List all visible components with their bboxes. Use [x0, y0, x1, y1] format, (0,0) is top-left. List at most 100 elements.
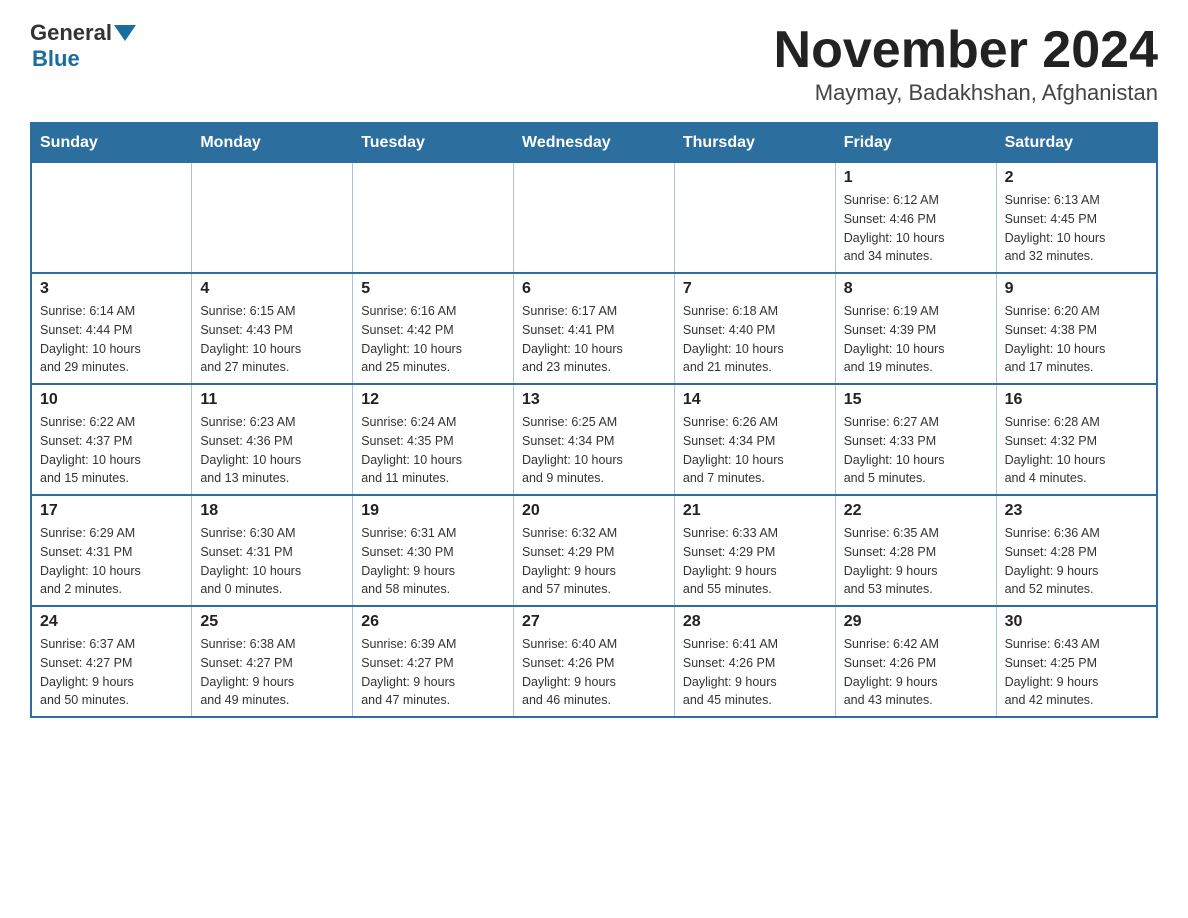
day-info: Sunrise: 6:36 AM Sunset: 4:28 PM Dayligh… [1005, 524, 1148, 599]
day-info: Sunrise: 6:42 AM Sunset: 4:26 PM Dayligh… [844, 635, 988, 710]
calendar-cell [353, 163, 514, 274]
logo: General Blue [30, 20, 136, 72]
calendar-cell: 3 Sunrise: 6:14 AM Sunset: 4:44 PM Daylig… [31, 273, 192, 384]
day-info: Sunrise: 6:40 AM Sunset: 4:26 PM Dayligh… [522, 635, 666, 710]
col-tuesday: Tuesday [353, 123, 514, 163]
day-number: 22 [844, 502, 988, 520]
calendar-cell: 10 Sunrise: 6:22 AM Sunset: 4:37 PM Dayli… [31, 384, 192, 495]
calendar-cell: 30Sunrise: 6:43 AM Sunset: 4:25 PM Dayli… [996, 606, 1157, 717]
logo-general-text: General [30, 20, 112, 46]
calendar-cell [674, 163, 835, 274]
day-info: Sunrise: 6:24 AM Sunset: 4:35 PM Dayligh… [361, 413, 505, 488]
day-info: Sunrise: 6:38 AM Sunset: 4:27 PM Dayligh… [200, 635, 344, 710]
day-number: 27 [522, 613, 666, 631]
calendar-cell: 13 Sunrise: 6:25 AM Sunset: 4:34 PM Dayli… [514, 384, 675, 495]
day-number: 16 [1005, 391, 1148, 409]
col-saturday: Saturday [996, 123, 1157, 163]
day-info: Sunrise: 6:18 AM Sunset: 4:40 PM Dayligh… [683, 302, 827, 377]
calendar-cell: 6Sunrise: 6:17 AM Sunset: 4:41 PM Daylig… [514, 273, 675, 384]
day-info: Sunrise: 6:19 AM Sunset: 4:39 PM Dayligh… [844, 302, 988, 377]
page-header: General Blue November 2024 Maymay, Badak… [30, 20, 1158, 106]
day-info: Sunrise: 6:15 AM Sunset: 4:43 PM Dayligh… [200, 302, 344, 377]
calendar-cell: 1 Sunrise: 6:12 AM Sunset: 4:46 PM Daylig… [835, 163, 996, 274]
day-info: Sunrise: 6:43 AM Sunset: 4:25 PM Dayligh… [1005, 635, 1148, 710]
day-info: Sunrise: 6:20 AM Sunset: 4:38 PM Dayligh… [1005, 302, 1148, 377]
day-info: Sunrise: 6:22 AM Sunset: 4:37 PM Dayligh… [40, 413, 183, 488]
day-number: 4 [200, 280, 344, 298]
calendar-cell: 4 Sunrise: 6:15 AM Sunset: 4:43 PM Daylig… [192, 273, 353, 384]
day-info: Sunrise: 6:37 AM Sunset: 4:27 PM Dayligh… [40, 635, 183, 710]
day-info: Sunrise: 6:25 AM Sunset: 4:34 PM Dayligh… [522, 413, 666, 488]
day-number: 6 [522, 280, 666, 298]
calendar-cell: 25 Sunrise: 6:38 AM Sunset: 4:27 PM Dayli… [192, 606, 353, 717]
day-info: Sunrise: 6:26 AM Sunset: 4:34 PM Dayligh… [683, 413, 827, 488]
calendar-cell: 21 Sunrise: 6:33 AM Sunset: 4:29 PM Dayli… [674, 495, 835, 606]
day-number: 24 [40, 613, 183, 631]
day-info: Sunrise: 6:12 AM Sunset: 4:46 PM Dayligh… [844, 191, 988, 266]
calendar-cell: 8 Sunrise: 6:19 AM Sunset: 4:39 PM Daylig… [835, 273, 996, 384]
calendar-cell: 11 Sunrise: 6:23 AM Sunset: 4:36 PM Dayli… [192, 384, 353, 495]
calendar-cell: 12Sunrise: 6:24 AM Sunset: 4:35 PM Dayli… [353, 384, 514, 495]
calendar-cell: 24 Sunrise: 6:37 AM Sunset: 4:27 PM Dayli… [31, 606, 192, 717]
col-friday: Friday [835, 123, 996, 163]
calendar-cell: 9Sunrise: 6:20 AM Sunset: 4:38 PM Daylig… [996, 273, 1157, 384]
day-info: Sunrise: 6:23 AM Sunset: 4:36 PM Dayligh… [200, 413, 344, 488]
calendar-cell: 27 Sunrise: 6:40 AM Sunset: 4:26 PM Dayli… [514, 606, 675, 717]
calendar-cell: 18Sunrise: 6:30 AM Sunset: 4:31 PM Dayli… [192, 495, 353, 606]
day-number: 14 [683, 391, 827, 409]
calendar-cell: 20 Sunrise: 6:32 AM Sunset: 4:29 PM Dayli… [514, 495, 675, 606]
calendar-week-4: 17Sunrise: 6:29 AM Sunset: 4:31 PM Dayli… [31, 495, 1157, 606]
calendar-week-3: 10 Sunrise: 6:22 AM Sunset: 4:37 PM Dayli… [31, 384, 1157, 495]
calendar-cell: 23 Sunrise: 6:36 AM Sunset: 4:28 PM Dayli… [996, 495, 1157, 606]
calendar-cell: 14 Sunrise: 6:26 AM Sunset: 4:34 PM Dayli… [674, 384, 835, 495]
calendar-cell: 17Sunrise: 6:29 AM Sunset: 4:31 PM Dayli… [31, 495, 192, 606]
calendar-week-2: 3 Sunrise: 6:14 AM Sunset: 4:44 PM Daylig… [31, 273, 1157, 384]
calendar-cell: 7 Sunrise: 6:18 AM Sunset: 4:40 PM Daylig… [674, 273, 835, 384]
day-number: 17 [40, 502, 183, 520]
day-number: 8 [844, 280, 988, 298]
col-wednesday: Wednesday [514, 123, 675, 163]
day-number: 25 [200, 613, 344, 631]
day-number: 10 [40, 391, 183, 409]
day-number: 23 [1005, 502, 1148, 520]
col-thursday: Thursday [674, 123, 835, 163]
day-info: Sunrise: 6:31 AM Sunset: 4:30 PM Dayligh… [361, 524, 505, 599]
logo-blue-text: Blue [32, 46, 136, 72]
day-number: 2 [1005, 169, 1148, 187]
col-monday: Monday [192, 123, 353, 163]
day-info: Sunrise: 6:39 AM Sunset: 4:27 PM Dayligh… [361, 635, 505, 710]
day-info: Sunrise: 6:33 AM Sunset: 4:29 PM Dayligh… [683, 524, 827, 599]
calendar-header-row: Sunday Monday Tuesday Wednesday Thursday… [31, 123, 1157, 163]
calendar-cell: 29Sunrise: 6:42 AM Sunset: 4:26 PM Dayli… [835, 606, 996, 717]
calendar-table: Sunday Monday Tuesday Wednesday Thursday… [30, 122, 1158, 718]
day-info: Sunrise: 6:14 AM Sunset: 4:44 PM Dayligh… [40, 302, 183, 377]
calendar-week-1: 1 Sunrise: 6:12 AM Sunset: 4:46 PM Daylig… [31, 163, 1157, 274]
day-number: 21 [683, 502, 827, 520]
logo-arrow-icon [114, 25, 136, 41]
day-info: Sunrise: 6:30 AM Sunset: 4:31 PM Dayligh… [200, 524, 344, 599]
calendar-cell: 15Sunrise: 6:27 AM Sunset: 4:33 PM Dayli… [835, 384, 996, 495]
col-sunday: Sunday [31, 123, 192, 163]
calendar-cell: 16 Sunrise: 6:28 AM Sunset: 4:32 PM Dayli… [996, 384, 1157, 495]
day-number: 5 [361, 280, 505, 298]
day-number: 15 [844, 391, 988, 409]
day-number: 19 [361, 502, 505, 520]
day-number: 1 [844, 169, 988, 187]
day-info: Sunrise: 6:16 AM Sunset: 4:42 PM Dayligh… [361, 302, 505, 377]
day-number: 13 [522, 391, 666, 409]
calendar-cell [31, 163, 192, 274]
day-info: Sunrise: 6:13 AM Sunset: 4:45 PM Dayligh… [1005, 191, 1148, 266]
day-info: Sunrise: 6:32 AM Sunset: 4:29 PM Dayligh… [522, 524, 666, 599]
day-number: 7 [683, 280, 827, 298]
calendar-cell: 26 Sunrise: 6:39 AM Sunset: 4:27 PM Dayli… [353, 606, 514, 717]
day-number: 20 [522, 502, 666, 520]
day-info: Sunrise: 6:35 AM Sunset: 4:28 PM Dayligh… [844, 524, 988, 599]
calendar-cell: 19 Sunrise: 6:31 AM Sunset: 4:30 PM Dayli… [353, 495, 514, 606]
day-info: Sunrise: 6:28 AM Sunset: 4:32 PM Dayligh… [1005, 413, 1148, 488]
day-number: 26 [361, 613, 505, 631]
calendar-cell [514, 163, 675, 274]
day-number: 3 [40, 280, 183, 298]
title-block: November 2024 Maymay, Badakhshan, Afghan… [774, 20, 1158, 106]
day-number: 11 [200, 391, 344, 409]
page-subtitle: Maymay, Badakhshan, Afghanistan [774, 80, 1158, 106]
